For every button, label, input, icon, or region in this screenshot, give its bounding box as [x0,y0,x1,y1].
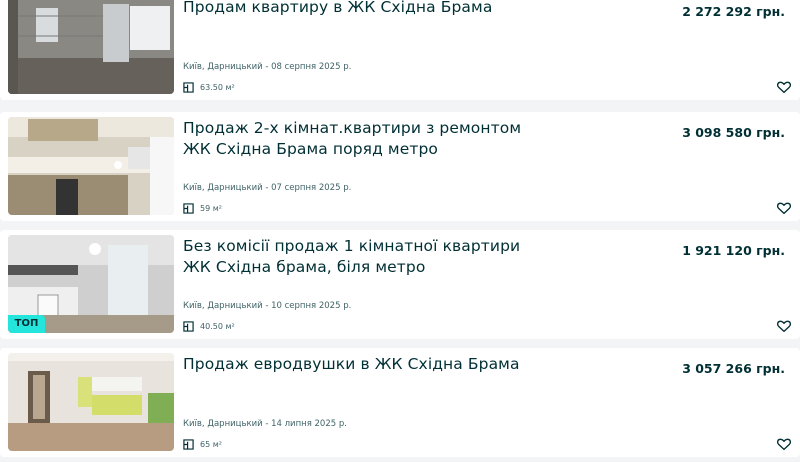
listing-card[interactable]: Продаж евродвушки в ЖК Східна Брама 3 05… [0,348,800,457]
listing-photo[interactable] [8,353,174,451]
floor-plan-icon [183,438,194,450]
listing-area: 59 м² [183,201,222,215]
floor-plan-icon [183,202,194,214]
listing-area: 40.50 м² [183,319,235,333]
listing-photo[interactable] [8,0,174,94]
listing-location-date: Київ, Дарницький - 10 серпня 2025 р. [183,301,352,311]
listing-card[interactable]: ТОП Без комісії продаж 1 кімнатної кварт… [0,230,800,339]
floor-plan-icon [183,81,194,93]
listing-title[interactable]: Продам квартиру в ЖК Східна Брама [183,0,523,18]
listing-price: 3 098 580 грн. [682,125,785,140]
listing-photo[interactable]: ТОП [8,235,174,333]
listing-card[interactable]: Продам квартиру в ЖК Східна Брама 2 272 … [0,0,800,100]
listing-price: 3 057 266 грн. [682,361,785,376]
heart-icon[interactable] [776,318,792,334]
listing-price: 1 921 120 грн. [682,243,785,258]
listing-area-value: 65 м² [200,439,222,449]
listing-location-date: Київ, Дарницький - 08 серпня 2025 р. [183,62,352,72]
floor-plan-icon [183,320,194,332]
listing-area: 63.50 м² [183,80,235,94]
heart-icon[interactable] [776,79,792,95]
listing-area: 65 м² [183,437,222,451]
listing-area-value: 40.50 м² [200,321,235,331]
heart-icon[interactable] [776,436,792,452]
listing-title[interactable]: Без комісії продаж 1 кімнатної квартири … [183,236,523,278]
listing-location-date: Київ, Дарницький - 07 серпня 2025 р. [183,183,352,193]
listing-area-value: 63.50 м² [200,82,235,92]
listing-location-date: Київ, Дарницький - 14 липня 2025 р. [183,419,347,429]
listing-price: 2 272 292 грн. [682,4,785,19]
heart-icon[interactable] [776,200,792,216]
listing-area-value: 59 м² [200,203,222,213]
top-badge: ТОП [8,315,45,333]
listing-photo[interactable] [8,117,174,215]
listing-title[interactable]: Продаж 2-х кімнат.квартири з ремонтом ЖК… [183,118,523,160]
listing-card[interactable]: Продаж 2-х кімнат.квартири з ремонтом ЖК… [0,112,800,221]
listing-title[interactable]: Продаж евродвушки в ЖК Східна Брама [183,354,523,375]
